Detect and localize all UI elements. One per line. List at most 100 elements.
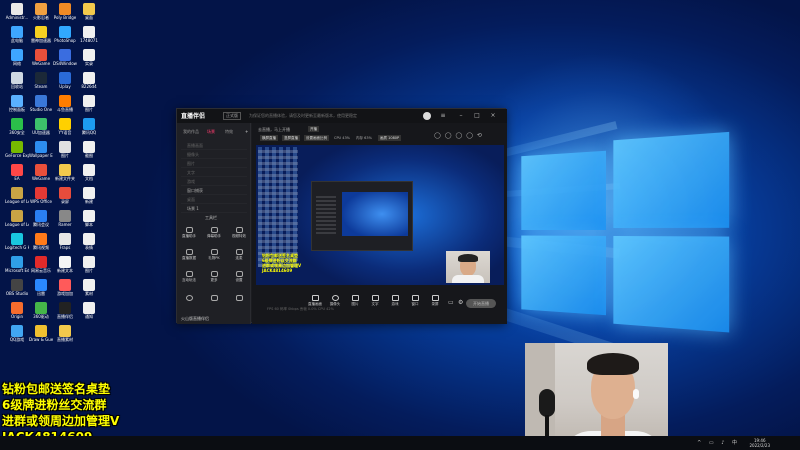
desktop-icon[interactable]: 通知 bbox=[77, 302, 101, 319]
tool-live-assistant[interactable]: 直播助手 bbox=[179, 227, 199, 239]
desktop-icon[interactable]: 直播伴侣 bbox=[53, 302, 77, 319]
version-badge[interactable]: 正式版 bbox=[223, 112, 241, 120]
desktop-icon[interactable]: DS4Windows bbox=[53, 49, 77, 66]
desktop-icon[interactable]: 截图 bbox=[77, 141, 101, 158]
desktop-icon[interactable]: QQ游戏 bbox=[5, 325, 29, 342]
home-icon[interactable] bbox=[204, 295, 224, 302]
desktop-icon[interactable]: 游戏加加 bbox=[53, 279, 77, 296]
desktop-icon[interactable]: 此电脑 bbox=[5, 26, 29, 43]
desktop-icon[interactable]: 图片 bbox=[77, 95, 101, 112]
desktop-icon[interactable]: 脚本 bbox=[77, 210, 101, 227]
desktop-icon[interactable]: UU加速器 bbox=[29, 118, 53, 135]
add-camera-button[interactable]: 摄像头 bbox=[326, 295, 344, 307]
desktop-icon[interactable]: 斗鱼直播 bbox=[53, 95, 77, 112]
desktop-icon[interactable]: 直播素材 bbox=[53, 325, 77, 342]
desktop-icon[interactable]: 桌面 bbox=[77, 3, 101, 20]
desktop-icon[interactable]: Studio One bbox=[29, 95, 53, 112]
desktop-icon[interactable]: 图片 bbox=[53, 141, 77, 158]
desktop-icon[interactable]: GeForce Experience bbox=[5, 141, 29, 158]
desktop-icon[interactable]: League of Legends bbox=[5, 210, 29, 227]
desktop-icon[interactable]: Fraps bbox=[53, 233, 77, 250]
desktop-icon[interactable]: 网络 bbox=[5, 49, 29, 66]
layer-item[interactable]: 文字 bbox=[181, 168, 247, 177]
desktop-icon[interactable]: Ramer bbox=[53, 210, 77, 227]
desktop-icon[interactable]: WeGame bbox=[29, 164, 53, 181]
layer-item[interactable]: 窗口捕获 bbox=[181, 186, 247, 195]
search-icon[interactable] bbox=[179, 295, 199, 302]
layer-item[interactable]: 桌面 bbox=[181, 195, 247, 204]
tool-settings[interactable]: 设置 bbox=[229, 271, 249, 283]
layer-item[interactable]: 图片 bbox=[181, 159, 247, 168]
start-chip[interactable]: 开播 bbox=[308, 126, 319, 132]
desktop-icon[interactable]: League of Legends bbox=[5, 187, 29, 204]
tool-live-data[interactable]: 直播数据 bbox=[179, 249, 199, 261]
portrait-button[interactable]: 竖屏直播 bbox=[282, 135, 300, 141]
tool-video-effects[interactable]: 视频特效 bbox=[229, 227, 249, 239]
quality-chip[interactable]: 画质 1080P bbox=[378, 135, 401, 141]
tool-danmaku[interactable]: 弹幕助手 bbox=[204, 227, 224, 239]
desktop-icon[interactable]: WeGame bbox=[29, 49, 53, 66]
close-icon[interactable]: × bbox=[489, 112, 497, 120]
record-button[interactable]: 录屏 bbox=[426, 295, 444, 307]
add-text-button[interactable]: 文字 bbox=[366, 295, 384, 307]
tab-effects[interactable]: 特效 bbox=[225, 129, 233, 135]
desktop-icon[interactable]: 实录 bbox=[77, 49, 101, 66]
desktop-icon[interactable]: PhotoShop bbox=[53, 26, 77, 43]
maximize-icon[interactable]: □ bbox=[473, 112, 481, 120]
desktop-icon[interactable]: 新建 bbox=[77, 187, 101, 204]
desktop-icon[interactable]: 360驱动 bbox=[29, 302, 53, 319]
add-screen-button[interactable]: 直播画面 bbox=[306, 295, 324, 307]
desktop-icon[interactable]: Origin bbox=[5, 302, 29, 319]
tool-interactive[interactable]: 互动玩法 bbox=[179, 271, 199, 283]
desktop-icon[interactable]: 网易云音乐 bbox=[29, 256, 53, 273]
desktop-icon[interactable]: 图片 bbox=[77, 256, 101, 273]
desktop-icon[interactable]: 8226d4 bbox=[77, 72, 101, 89]
desktop-icon[interactable]: 控制面板 bbox=[5, 95, 29, 112]
start-live-button[interactable]: 开始直播 bbox=[466, 299, 496, 308]
clock[interactable]: 19:46 2022/2/23 bbox=[749, 438, 770, 448]
tab-scene[interactable]: 场景 bbox=[207, 129, 215, 135]
desktop-icon[interactable]: 腾讯QQ bbox=[77, 118, 101, 135]
live-preview[interactable]: 钻粉包邮送签名桌垫 6级牌进粉丝交流群 进群或领周边加管理V JACK48146… bbox=[256, 145, 504, 285]
tab-my-works[interactable]: 我的作品 bbox=[183, 129, 199, 135]
desktop-icon[interactable]: YY语音 bbox=[53, 118, 77, 135]
desktop-icon[interactable]: Microsoft Edge bbox=[5, 256, 29, 273]
desktop-icon[interactable]: Wallpaper Engine bbox=[29, 141, 53, 158]
layer-item[interactable]: 场景 1 bbox=[181, 204, 247, 213]
aspect-button[interactable]: 设置画面比例 bbox=[304, 135, 329, 141]
desktop-icon[interactable]: 新建文件夹 bbox=[53, 164, 77, 181]
desktop-icon[interactable]: Draw & Guess bbox=[29, 325, 53, 342]
minimize-icon[interactable]: – bbox=[457, 112, 465, 120]
desktop-icon[interactable]: 迅雷 bbox=[29, 279, 53, 296]
preview-icons[interactable]: ◯◯◯◯⟲ bbox=[434, 132, 486, 139]
desktop-icon[interactable]: 腾讯会议 bbox=[29, 210, 53, 227]
desktop-icon[interactable]: 火影忍者 bbox=[29, 3, 53, 20]
desktop-icon[interactable]: 新建文本 bbox=[53, 256, 77, 273]
desktop-icon[interactable]: 素材 bbox=[77, 279, 101, 296]
desktop-icon[interactable]: EA bbox=[5, 164, 29, 181]
add-image-button[interactable]: 图片 bbox=[346, 295, 364, 307]
desktop-icon[interactable]: 表情 bbox=[77, 233, 101, 250]
desktop-icon[interactable]: 录屏 bbox=[53, 187, 77, 204]
desktop-icon[interactable]: Steam bbox=[29, 72, 53, 89]
desktop-icon[interactable]: Poly Bridge bbox=[53, 3, 77, 20]
camera-toggle-icon[interactable]: ▭ bbox=[448, 299, 454, 306]
share-icon[interactable] bbox=[229, 295, 249, 302]
desktop-icon[interactable]: 回收站 bbox=[5, 72, 29, 89]
gear-icon[interactable]: ⚙ bbox=[458, 299, 463, 306]
layer-item[interactable]: 游戏 bbox=[181, 177, 247, 186]
desktop-icon[interactable]: 雷神加速器 bbox=[29, 26, 53, 43]
tool-co-host[interactable]: 连麦 bbox=[229, 249, 249, 261]
menu-icon[interactable]: ≡ bbox=[439, 112, 447, 120]
desktop-icon[interactable]: OBS Studio bbox=[5, 279, 29, 296]
desktop-icon[interactable]: Logitech G HUB bbox=[5, 233, 29, 250]
desktop-icon[interactable]: WPS Office bbox=[29, 187, 53, 204]
desktop-icon[interactable]: 腾讯视频 bbox=[29, 233, 53, 250]
tool-more[interactable]: 更多 bbox=[204, 271, 224, 283]
avatar[interactable] bbox=[423, 112, 431, 120]
tray-icons[interactable]: ^ ▭ ♪ 中 bbox=[697, 439, 740, 446]
add-game-button[interactable]: 游戏 bbox=[386, 295, 404, 307]
desktop-icon[interactable]: 360安全 bbox=[5, 118, 29, 135]
tool-gift-pk[interactable]: 礼物PK bbox=[204, 249, 224, 261]
add-window-button[interactable]: 窗口 bbox=[406, 295, 424, 307]
